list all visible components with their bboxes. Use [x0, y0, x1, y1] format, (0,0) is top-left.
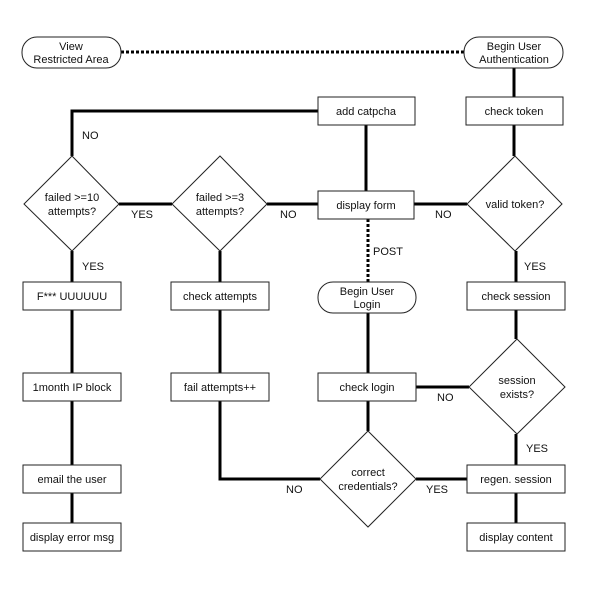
- node-label: attempts?: [48, 206, 96, 218]
- decision-failed-3: failed >=3 attempts?: [171, 155, 268, 252]
- process-add-captcha: add catpcha: [317, 96, 416, 126]
- process-check-login: check login: [317, 372, 417, 402]
- node-label: add catpcha: [336, 106, 397, 118]
- edge-label: POST: [373, 246, 403, 258]
- node-label: check token: [485, 106, 544, 118]
- process-fail-attempts: fail attempts++: [170, 372, 270, 402]
- edge-label: YES: [131, 209, 153, 221]
- node-label: email the user: [37, 474, 106, 486]
- process-display-error: display error msg: [22, 522, 122, 552]
- node-label: exists?: [500, 389, 534, 401]
- process-display-form: display form: [317, 190, 415, 220]
- node-label: check attempts: [183, 291, 257, 303]
- node-label: check session: [481, 291, 550, 303]
- node-label: display content: [479, 532, 552, 544]
- node-label: correct: [351, 467, 385, 479]
- edge-label: YES: [82, 261, 104, 273]
- decision-session-exists: session exists?: [468, 338, 566, 435]
- process-ip-block: 1month IP block: [22, 372, 122, 402]
- decision-failed-10: failed >=10 attempts?: [23, 155, 120, 252]
- node-label: regen. session: [480, 474, 552, 486]
- terminal-begin-user-login: Begin User Login: [317, 281, 417, 314]
- node-label: failed >=3: [196, 192, 244, 204]
- edge-label: YES: [524, 261, 546, 273]
- process-check-session: check session: [466, 281, 566, 311]
- node-label: Begin User: [487, 41, 542, 53]
- node-label: 1month IP block: [33, 382, 112, 394]
- edge-label: NO: [82, 130, 99, 142]
- node-label: Begin User: [340, 286, 395, 298]
- node-label: credentials?: [338, 481, 397, 493]
- edge-label: NO: [435, 209, 452, 221]
- flowchart: View Restricted Area Begin User Authenti…: [21, 36, 566, 552]
- node-label: attempts?: [196, 206, 244, 218]
- edge-label: YES: [426, 484, 448, 496]
- node-label: F*** UUUUUU: [37, 291, 107, 303]
- edge-label: NO: [286, 484, 303, 496]
- edge-labels: NO YES NO YES NO POST YES NO YES NO YES: [82, 130, 548, 496]
- node-label: session: [498, 375, 535, 387]
- process-check-token: check token: [465, 96, 564, 126]
- node-label: display error msg: [30, 532, 114, 544]
- edge-fail-credentials: [218, 401, 320, 481]
- edge-label: NO: [437, 392, 454, 404]
- node-label: failed >=10: [45, 192, 99, 204]
- process-fuuu: F*** UUUUUU: [22, 281, 122, 311]
- terminal-begin-user-authentication: Begin User Authentication: [463, 36, 564, 69]
- node-label: check login: [339, 382, 394, 394]
- node-label: Restricted Area: [33, 54, 109, 66]
- process-regen-session: regen. session: [466, 464, 566, 494]
- node-label: Authentication: [479, 54, 549, 66]
- terminal-view-restricted-area: View Restricted Area: [21, 36, 122, 69]
- decision-correct-credentials: correct credentials?: [319, 430, 417, 528]
- node-label: Login: [354, 299, 381, 311]
- process-email-user: email the user: [22, 464, 122, 494]
- edge-failed10-no-to-captcha: [70, 109, 318, 156]
- edges: [70, 50, 518, 523]
- node-label: fail attempts++: [184, 382, 256, 394]
- node-label: View: [59, 41, 83, 53]
- node-label: display form: [336, 200, 395, 212]
- node-label: valid token?: [486, 199, 545, 211]
- edge-label: YES: [526, 443, 548, 455]
- process-check-attempts: check attempts: [170, 281, 270, 311]
- edge-label: NO: [280, 209, 297, 221]
- process-display-content: display content: [466, 522, 566, 552]
- decision-valid-token: valid token?: [466, 155, 563, 252]
